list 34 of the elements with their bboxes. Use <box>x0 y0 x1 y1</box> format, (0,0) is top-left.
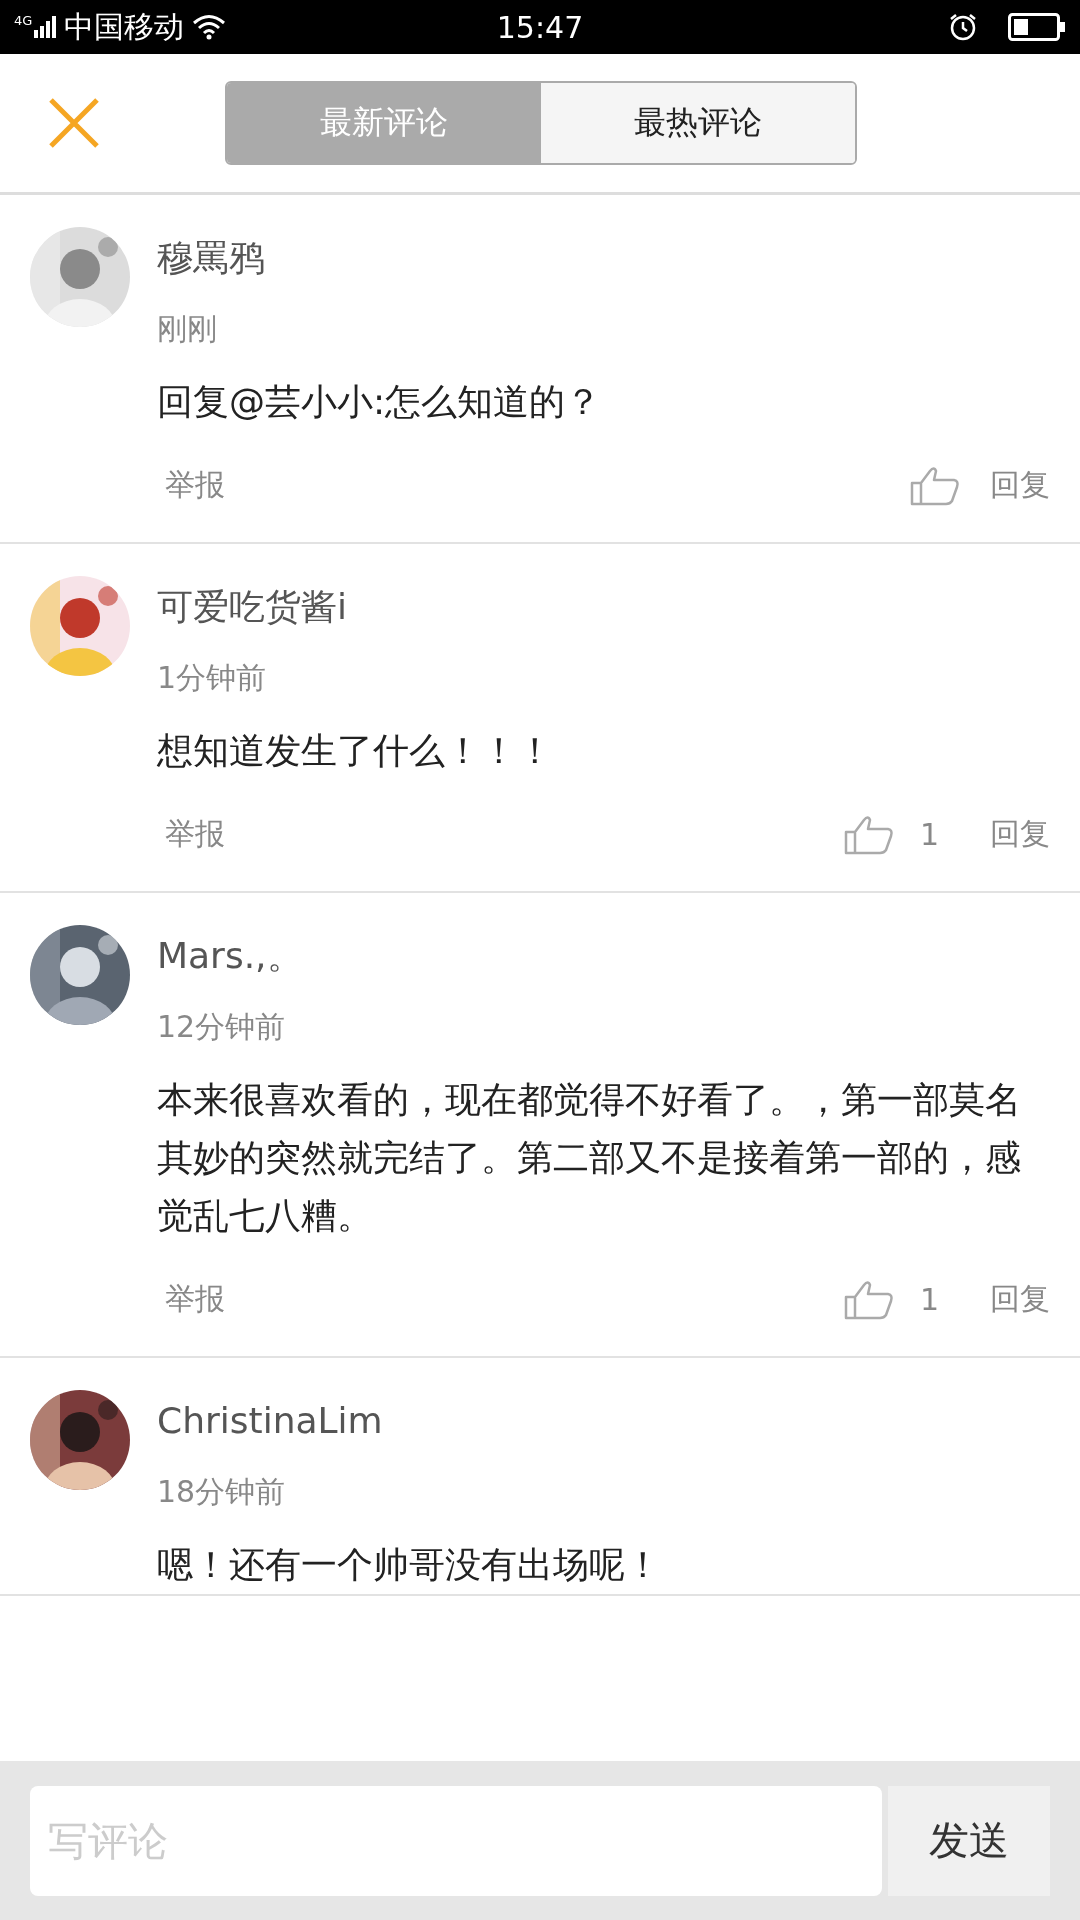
carrier-label: 中国移动 <box>64 7 185 46</box>
tab[interactable]: 最热评论 <box>541 83 855 163</box>
report-link[interactable]: 举报 <box>165 814 225 855</box>
comment-time: 刚刚 <box>157 310 218 348</box>
reply-link[interactable]: 回复 <box>990 1279 1050 1320</box>
wifi-icon <box>192 14 227 40</box>
send-button[interactable]: 发送 <box>888 1785 1050 1896</box>
alarm-icon <box>948 12 978 42</box>
tab[interactable]: 最新评论 <box>227 83 541 163</box>
battery-icon <box>1008 13 1066 41</box>
comment-text: 嗯！还有一个帅哥没有出场呢！ <box>157 1543 662 1587</box>
clock-time: 15:47 <box>495 9 585 45</box>
comment-time: 12分钟前 <box>157 1008 287 1046</box>
thumbs-up-icon[interactable] <box>844 814 894 855</box>
report-link[interactable]: 举报 <box>165 1279 225 1320</box>
report-link[interactable]: 举报 <box>165 465 225 506</box>
like-count: 1 <box>920 1282 941 1317</box>
signal-icon <box>34 16 57 38</box>
comment-time: 1分钟前 <box>157 659 268 697</box>
close-icon[interactable] <box>48 97 100 149</box>
thumbs-up-icon[interactable] <box>910 465 960 506</box>
network-label: 4G <box>14 12 33 28</box>
comment-text: 回复@芸小小:怎么知道的？ <box>157 380 603 424</box>
comment-text: 本来很喜欢看的，现在都觉得不好看了。，第一部莫名其妙的突然就完结了。第二部又不是接着第一部的，感觉乱七八糟。 <box>157 1078 1022 1238</box>
reply-link[interactable]: 回复 <box>990 814 1050 855</box>
thumbs-up-icon[interactable] <box>844 1279 894 1320</box>
user-name[interactable]: ChristinaLim <box>157 1396 1050 1446</box>
user-name[interactable]: 可爱吃货酱i <box>157 582 1050 632</box>
user-name[interactable]: Mars.,。 <box>157 931 1050 981</box>
like-count: 1 <box>920 817 941 852</box>
comment-time: 18分钟前 <box>157 1473 287 1511</box>
user-name[interactable]: 穆罵鸦 <box>157 233 1050 283</box>
reply-link[interactable]: 回复 <box>990 465 1050 506</box>
comment-text: 想知道发生了什么！！！ <box>157 729 554 773</box>
